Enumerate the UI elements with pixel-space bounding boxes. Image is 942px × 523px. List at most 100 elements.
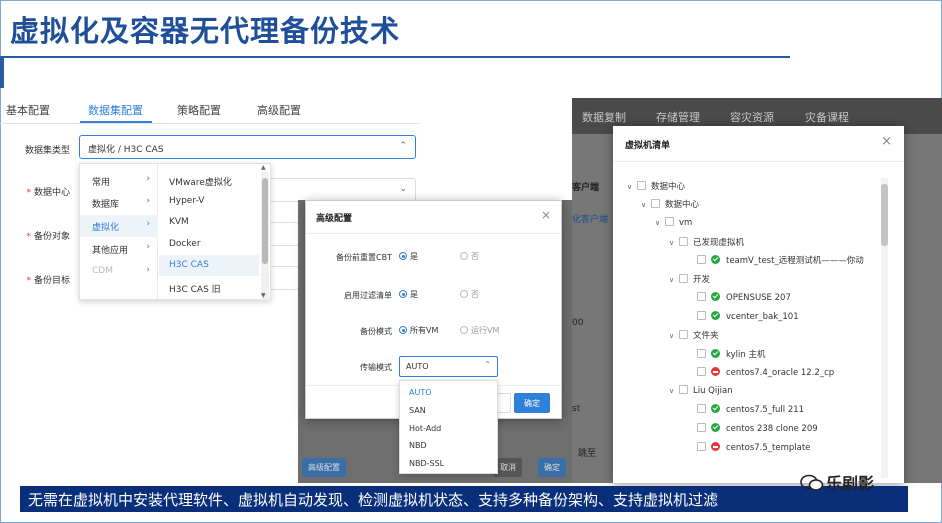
backup-mode-running-radio[interactable]: 运行VM (460, 325, 499, 336)
cascader-option-kvm[interactable]: KVM (159, 212, 259, 233)
title-divider (0, 56, 790, 58)
vm-tree-node[interactable]: ∨ vm (655, 217, 692, 235)
transfer-option-auto[interactable]: AUTO (400, 384, 497, 401)
ok-button[interactable]: 确定 (514, 393, 550, 413)
scroll-thumb[interactable] (262, 178, 268, 264)
slide-title: 虚拟化及容器无代理备份技术 (10, 14, 401, 48)
expand-toggle-icon[interactable]: ∨ (669, 239, 679, 247)
cascader-item-cdm[interactable]: CDM › (80, 261, 158, 283)
checkbox[interactable] (697, 423, 706, 432)
backup-mode-label: 备份模式 (360, 327, 392, 336)
cascader-option-h3c-cas[interactable]: H3C CAS (159, 255, 259, 276)
tab-basic[interactable]: 基本配置 (6, 102, 50, 118)
vm-tree-node-label: centos7.5_template (726, 443, 811, 453)
radio-selected-icon (399, 252, 407, 260)
checkbox[interactable] (651, 199, 660, 208)
checkbox[interactable] (697, 367, 706, 376)
cascader-option-hyperv[interactable]: Hyper-V (159, 191, 259, 212)
checkbox[interactable] (697, 255, 706, 264)
tab-dataset[interactable]: 数据集配置 (88, 102, 143, 118)
cascader-item-common[interactable]: 常用 › (80, 170, 158, 192)
expand-toggle-icon[interactable]: ∨ (669, 276, 679, 284)
dataset-type-value: 虚拟化 / H3C CAS (88, 145, 164, 155)
cascader-scrollbar[interactable]: ▲ ▼ (261, 164, 269, 300)
expand-toggle-icon[interactable]: ∨ (627, 183, 637, 191)
transfer-option-san[interactable]: SAN (400, 402, 497, 419)
backup-mode-all-radio[interactable]: 所有VM (399, 325, 438, 336)
modal-title: 高级配置 (316, 214, 353, 224)
vm-tree-node-label: teamV_test_远程测试机———你动 (726, 256, 864, 266)
cascader-item-other-apps[interactable]: 其他应用 › (80, 238, 158, 260)
vm-tree-node[interactable]: ∨ 已发现虚拟机 (669, 236, 744, 254)
reset-cbt-yes-radio[interactable]: 是 (399, 251, 418, 262)
vm-tree-node[interactable]: OPENSUSE 207 (697, 292, 791, 310)
close-icon[interactable]: × (541, 208, 551, 222)
vm-tree-node-label: centos7.4_oracle 12.2_cp (726, 368, 835, 378)
checkbox[interactable] (679, 274, 688, 283)
dataset-type-select[interactable]: 虚拟化 / H3C CAS ⌃ (79, 135, 416, 159)
vm-tree-node-label: centos7.5_full 211 (726, 405, 805, 415)
data-center-label: * 数据中心 (26, 188, 70, 198)
vm-tree-node[interactable]: ∨ Liu Qijian (669, 385, 733, 403)
scroll-up-icon[interactable]: ▲ (261, 164, 266, 171)
vm-tree-node[interactable]: centos7.5_template (697, 442, 810, 460)
vm-tree-node[interactable]: centos7.5_full 211 (697, 404, 804, 422)
chevron-up-icon: ⌃ (484, 360, 491, 369)
checkbox[interactable] (679, 385, 688, 394)
transfer-option-nbd[interactable]: NBD (400, 437, 497, 454)
chevron-down-icon: ⌄ (399, 184, 407, 194)
checkbox[interactable] (665, 217, 674, 226)
vm-tree-node[interactable]: teamV_test_远程测试机———你动 (697, 254, 864, 272)
cascader-item-database[interactable]: 数据库 › (80, 192, 158, 214)
expand-toggle-icon[interactable]: ∨ (669, 387, 679, 395)
vm-tree-node[interactable]: centos 238 clone 209 (697, 423, 818, 441)
vm-tree-node[interactable]: kylin 主机 (697, 348, 765, 366)
close-icon[interactable]: × (881, 134, 892, 149)
vm-tree-node[interactable]: centos7.4_oracle 12.2_cp (697, 367, 834, 385)
expand-toggle-icon[interactable]: ∨ (641, 201, 651, 209)
vm-tree-node[interactable]: ∨ 数据中心 (641, 198, 699, 216)
vm-list-scrollbar[interactable] (881, 178, 888, 478)
expand-toggle-icon[interactable]: ∨ (655, 219, 665, 227)
vm-tree-node-label: centos 238 clone 209 (726, 424, 818, 434)
reset-cbt-no-radio[interactable]: 否 (460, 251, 479, 262)
checkbox[interactable] (697, 311, 706, 320)
scroll-down-icon[interactable]: ▼ (261, 292, 266, 299)
chevron-right-icon: › (146, 265, 150, 275)
radio-selected-icon (399, 290, 407, 298)
checkbox[interactable] (679, 330, 688, 339)
tab-policy[interactable]: 策略配置 (177, 102, 221, 118)
filter-list-yes-radio[interactable]: 是 (399, 289, 418, 300)
vm-tree-node-label: Liu Qijian (693, 386, 733, 396)
cascader-level2: VMware虚拟化 Hyper-V KVM Docker H3C CAS H3C… (159, 164, 261, 299)
radio-selected-icon (399, 326, 407, 334)
checkbox[interactable] (697, 442, 706, 451)
nav-item-storage: 存储管理 (656, 111, 700, 124)
transfer-mode-select[interactable]: AUTO ⌃ (399, 356, 498, 377)
vm-tree-node[interactable]: ∨ 开发 (669, 273, 710, 291)
cascader-option-docker[interactable]: Docker (159, 234, 259, 255)
tab-advanced[interactable]: 高级配置 (257, 102, 301, 118)
checkbox[interactable] (697, 349, 706, 358)
watermark: 乐剧影 (800, 470, 874, 494)
cascader-option-vmware[interactable]: VMware虚拟化 (159, 170, 259, 191)
filter-list-no-radio[interactable]: 否 (460, 289, 479, 300)
checkbox[interactable] (697, 404, 706, 413)
backup-target-label: * 备份目标 (26, 276, 70, 286)
checkbox[interactable] (697, 292, 706, 301)
status-ok-icon (711, 423, 720, 432)
transfer-option-nbd-ssl[interactable]: NBD-SSL (400, 455, 497, 472)
expand-toggle-icon[interactable]: ∨ (669, 332, 679, 340)
vm-tree-node[interactable]: vcenter_bak_101 (697, 311, 799, 329)
chevron-right-icon: › (146, 242, 150, 252)
checkbox[interactable] (637, 181, 646, 190)
checkbox[interactable] (679, 237, 688, 246)
vm-tree-node[interactable]: ∨ 数据中心 (627, 180, 685, 198)
transfer-option-hotadd[interactable]: Hot-Add (400, 420, 497, 437)
reset-cbt-label: 备份前重置CBT (336, 253, 392, 262)
cascader-option-h3c-cas-old[interactable]: H3C CAS 旧 (159, 277, 259, 298)
scroll-thumb[interactable] (881, 184, 888, 246)
cascader-item-virtualization[interactable]: 虚拟化 › (80, 215, 158, 237)
status-ok-icon (711, 349, 720, 358)
vm-tree-node[interactable]: ∨ 文件夹 (669, 329, 719, 347)
